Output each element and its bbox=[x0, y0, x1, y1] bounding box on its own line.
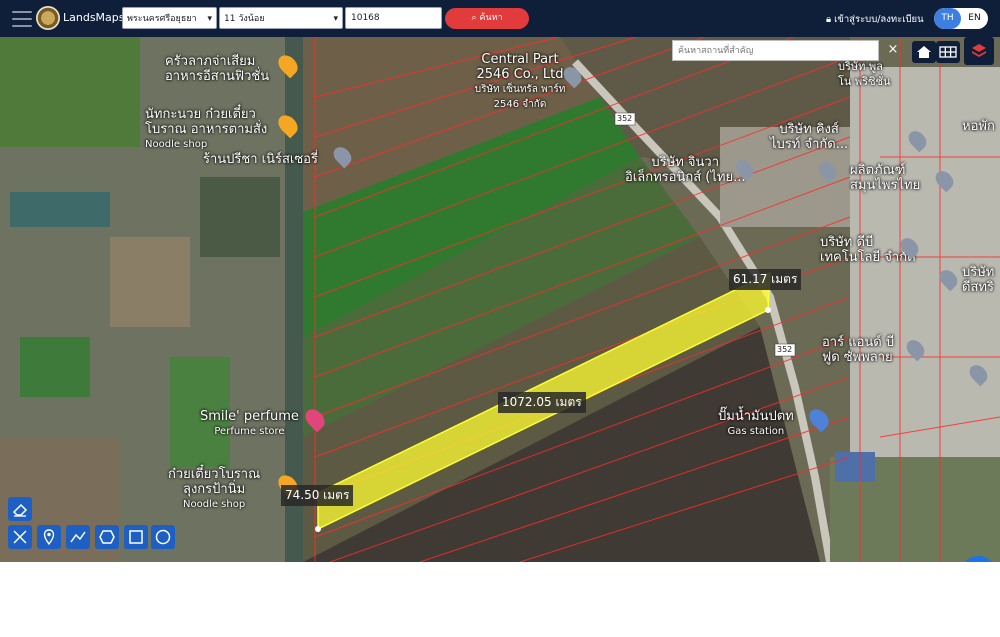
poi-name: โน พริซิชั่น bbox=[838, 75, 891, 88]
rectangle-icon bbox=[129, 530, 143, 544]
chevron-down-icon: ▾ bbox=[207, 14, 212, 24]
district-select[interactable]: 11 วังน้อย ▾ bbox=[219, 7, 343, 29]
grid-icon bbox=[939, 46, 957, 58]
poi-name: ดีสทริ bbox=[962, 280, 994, 295]
grid-toggle-button[interactable] bbox=[936, 41, 960, 63]
poi-category: Perfume store bbox=[214, 426, 285, 437]
polygon-icon bbox=[99, 530, 115, 544]
poi-label[interactable]: หอพัก bbox=[962, 119, 995, 134]
poi-label[interactable]: นัทกะนวย ก๋วยเตี๋ยว โบราณ อาหารตามสั่ง N… bbox=[145, 107, 267, 152]
parcel-number-input[interactable] bbox=[345, 7, 442, 29]
poi-name: นัทกะนวย ก๋วยเตี๋ยว bbox=[145, 107, 256, 122]
poi-name: ครัวลาภจ่าเสียม bbox=[165, 54, 256, 69]
poi-name: ลุงกรป้านิ่ม bbox=[182, 482, 246, 497]
measurement-label: 61.17 เมตร bbox=[729, 269, 802, 290]
search-button-label: ค้นหา bbox=[479, 13, 503, 23]
lang-en-button[interactable]: EN bbox=[961, 8, 988, 29]
layers-button[interactable] bbox=[964, 37, 994, 65]
polyline-icon bbox=[70, 531, 86, 543]
rectangle-tool-button[interactable] bbox=[124, 525, 148, 549]
measure-tool-button[interactable] bbox=[8, 525, 32, 549]
poi-name: ไบรท์ จำกัด... bbox=[770, 137, 849, 152]
poi-name: บริษัท จินวา bbox=[651, 155, 720, 170]
pin-icon bbox=[43, 529, 55, 546]
district-value: 11 วังน้อย bbox=[224, 14, 265, 24]
more-icon bbox=[960, 556, 997, 562]
poi-name: อิเล็กทรอนิกส์ (ไทย... bbox=[625, 170, 746, 185]
poi-name: สมุนไพรไทย bbox=[850, 178, 921, 193]
poi-name: ผลิตภัณฑ์ bbox=[850, 163, 906, 178]
more-button[interactable] bbox=[960, 556, 997, 562]
poi-name: อาร์ แอนด์ บี bbox=[822, 335, 895, 350]
home-icon bbox=[917, 46, 931, 58]
poi-name: บริษัท คิงส์ bbox=[779, 122, 839, 137]
poi-label[interactable]: บริษัท พูล โน พริซิชั่น bbox=[838, 59, 891, 89]
brand-name: LandsMaps bbox=[63, 11, 125, 24]
poi-label[interactable]: บริษัท จินวา อิเล็กทรอนิกส์ (ไทย... bbox=[625, 155, 745, 185]
poi-category: Noodle shop bbox=[145, 139, 208, 150]
measurement-label: 74.50 เมตร bbox=[281, 485, 354, 506]
poi-name: ร้านปรีชา เนิร์สเซอรี่ bbox=[203, 152, 318, 167]
poi-label[interactable]: ก๋วยเตี๋ยวโบราณ ลุงกรป้านิ่ม Noodle shop bbox=[168, 467, 260, 512]
menu-icon[interactable] bbox=[12, 11, 32, 27]
lock-icon: 🔒︎ bbox=[826, 14, 832, 25]
poi-name: บริษัท bbox=[962, 265, 995, 280]
poi-label[interactable]: ปั๊มน้ำมันปตท Gas station bbox=[718, 409, 794, 439]
login-label: เข้าสู่ระบบ/ลงทะเบียน bbox=[834, 14, 924, 25]
poi-name: ฟูด ซัพพลาย bbox=[822, 350, 893, 365]
poi-label[interactable]: บริษัท ดีสทริ bbox=[962, 265, 994, 295]
road-number-label: 352 bbox=[777, 345, 793, 354]
poi-label[interactable]: ร้านปรีชา เนิร์สเซอรี่ bbox=[203, 152, 318, 167]
poi-name: Smile' perfume bbox=[200, 409, 299, 424]
poi-category: Noodle shop bbox=[182, 499, 246, 510]
search-button[interactable]: ⌕ ค้นหา bbox=[445, 8, 529, 29]
circle-tool-button[interactable] bbox=[151, 525, 175, 549]
poi-label[interactable]: ครัวลาภจ่าเสียม อาหารอีสานฟิวชั่น bbox=[165, 54, 269, 84]
top-bar: LandsMaps พระนครศรีอยุธยา ▾ 11 วังน้อย ▾… bbox=[0, 0, 1000, 37]
poi-name: อาหารอีสานฟิวชั่น bbox=[165, 69, 270, 84]
road-number-label: 352 bbox=[617, 114, 633, 123]
layers-icon bbox=[972, 44, 986, 57]
measurement-label: 1072.05 เมตร bbox=[498, 392, 586, 413]
poi-label[interactable]: บริษัท คิงส์ ไบรท์ จำกัด... bbox=[770, 122, 848, 152]
language-toggle: TH EN bbox=[934, 8, 988, 29]
poi-label[interactable]: ผลิตภัณฑ์ สมุนไพรไทย bbox=[850, 163, 920, 193]
province-value: พระนครศรีอยุธยา bbox=[127, 14, 197, 24]
chevron-down-icon: ▾ bbox=[333, 14, 338, 24]
poi-name: เทคโนโลยี จำกัด bbox=[820, 250, 916, 265]
poi-name: ก๋วยเตี๋ยวโบราณ bbox=[168, 467, 261, 482]
polygon-tool-button[interactable] bbox=[95, 525, 119, 549]
login-link[interactable]: 🔒︎ เข้าสู่ระบบ/ลงทะเบียน bbox=[826, 12, 924, 27]
poi-label[interactable]: Central Part 2546 Co., Ltd บริษัท เซ็นทร… bbox=[470, 52, 570, 112]
poi-name: หอพัก bbox=[962, 119, 995, 134]
place-search-input[interactable] bbox=[672, 40, 879, 61]
home-button[interactable] bbox=[912, 41, 936, 63]
eraser-button[interactable] bbox=[8, 497, 32, 521]
poi-category: Gas station bbox=[727, 426, 785, 437]
department-logo bbox=[36, 6, 60, 30]
province-select[interactable]: พระนครศรีอยุธยา ▾ bbox=[122, 7, 217, 29]
polyline-tool-button[interactable] bbox=[66, 525, 90, 549]
poi-label[interactable]: Smile' perfume Perfume store bbox=[200, 409, 299, 439]
map-view[interactable]: 352 352 ครัวลาภจ่าเสียม อาหารอีสานฟิวชั่… bbox=[0, 37, 1000, 562]
search-icon: ⌕ bbox=[471, 13, 477, 23]
poi-name: ปั๊มน้ำมันปตท bbox=[718, 409, 794, 424]
eraser-icon bbox=[12, 503, 28, 517]
poi-label[interactable]: อาร์ แอนด์ บี ฟูด ซัพพลาย bbox=[822, 335, 894, 365]
ruler-icon bbox=[13, 530, 27, 544]
clear-search-button[interactable]: × bbox=[884, 41, 902, 59]
circle-icon bbox=[155, 529, 171, 545]
lang-th-button[interactable]: TH bbox=[934, 8, 961, 29]
poi-name: Central Part bbox=[481, 52, 559, 67]
poi-name: โบราณ อาหารตามสั่ง bbox=[145, 122, 268, 137]
poi-name: 2546 Co., Ltd bbox=[476, 67, 564, 82]
poi-subtitle: บริษัท เซ็นทรัล พาร์ท 2546 จำกัด bbox=[474, 84, 566, 110]
poi-name: บริษัท พูล bbox=[838, 60, 883, 73]
pin-tool-button[interactable] bbox=[37, 525, 61, 549]
